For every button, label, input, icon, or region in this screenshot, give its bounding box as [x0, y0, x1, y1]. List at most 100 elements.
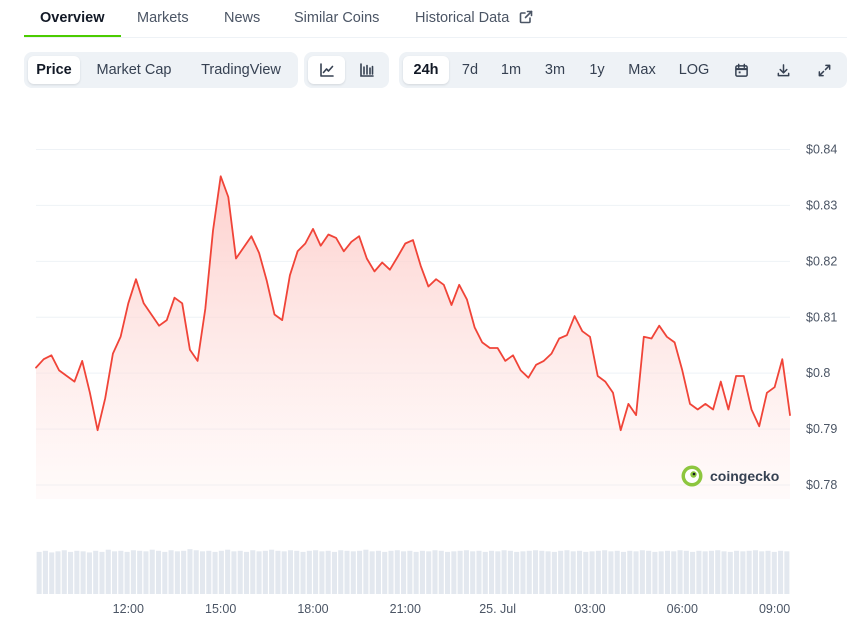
- volume-bar: [457, 550, 463, 594]
- volume-bar: [162, 551, 168, 594]
- volume-bar: [470, 551, 476, 594]
- coingecko-watermark: coingecko: [681, 465, 779, 487]
- price-chart[interactable]: $0.84 $0.83 $0.82 $0.81 $0.8 $0.79 $0.78 12:00…: [0, 96, 847, 627]
- volume-bar: [652, 551, 658, 594]
- calendar-button[interactable]: [725, 56, 757, 84]
- volume-bar: [74, 550, 80, 594]
- volume-bar: [671, 551, 677, 594]
- volume-bar: [702, 551, 708, 594]
- volume-bar: [520, 551, 526, 594]
- volume-bar: [55, 551, 61, 594]
- volume-bar: [350, 551, 356, 594]
- active-tab-underline: [24, 35, 121, 37]
- volume-bar: [231, 551, 237, 594]
- y-tick-label: $0.78: [806, 478, 837, 492]
- range-3m[interactable]: 3m: [537, 56, 573, 84]
- candlestick-chart-icon: [359, 63, 374, 77]
- tab-similar-coins[interactable]: Similar Coins: [294, 10, 379, 26]
- volume-bar: [514, 551, 520, 594]
- range-1y[interactable]: 1y: [581, 56, 613, 84]
- volume-bar: [187, 549, 193, 594]
- tab-news[interactable]: News: [224, 10, 260, 26]
- volume-bar: [130, 550, 136, 594]
- volume-bar: [388, 550, 394, 594]
- y-tick-label: $0.79: [806, 422, 837, 436]
- volume-bar: [243, 551, 250, 594]
- volume-bar: [218, 550, 224, 594]
- volume-bar: [168, 550, 174, 594]
- volume-bar: [306, 550, 312, 594]
- volume-bar: [740, 551, 746, 594]
- y-tick-label: $0.8: [806, 366, 830, 380]
- volume-bar: [118, 550, 124, 594]
- volume-bar: [489, 550, 495, 594]
- volume-bar: [80, 551, 86, 594]
- volume-bar: [595, 550, 601, 594]
- volume-bar: [357, 550, 363, 594]
- volume-bar: [589, 551, 595, 594]
- y-axis-labels: $0.84 $0.83 $0.82 $0.81 $0.8 $0.79 $0.78: [806, 143, 837, 493]
- volume-bar: [250, 550, 256, 594]
- volume-bar: [532, 550, 539, 594]
- x-tick-label: 18:00: [297, 602, 328, 616]
- volume-bar: [287, 550, 294, 594]
- volume-bar: [476, 550, 482, 594]
- volume-bar: [482, 551, 488, 594]
- volume-bar: [407, 550, 413, 594]
- tab-historical-data-label: Historical Data: [415, 10, 510, 26]
- volume-bar: [193, 550, 199, 594]
- volume-bar: [683, 550, 689, 594]
- market-cap-tab[interactable]: Market Cap: [86, 56, 182, 84]
- tab-historical-data[interactable]: Historical Data: [415, 10, 533, 26]
- volume-bar: [294, 550, 300, 594]
- volume-bar: [721, 551, 727, 594]
- tradingview-tab[interactable]: TradingView: [190, 56, 292, 84]
- volume-bar: [363, 549, 369, 594]
- volume-bar: [551, 551, 557, 594]
- volume-bar: [564, 550, 570, 594]
- price-tab[interactable]: Price: [28, 56, 80, 84]
- volume-bar: [93, 550, 99, 594]
- volume-bar: [36, 551, 42, 594]
- volume-bar: [319, 551, 325, 594]
- volume-bar: [646, 550, 652, 594]
- volume-bar: [608, 551, 614, 594]
- y-tick-label: $0.81: [806, 310, 837, 324]
- x-tick-label: 09:00: [759, 602, 790, 616]
- volume-bar: [570, 551, 576, 594]
- volume-bar: [369, 551, 375, 594]
- tab-markets[interactable]: Markets: [137, 10, 189, 26]
- line-chart-button[interactable]: [308, 56, 345, 84]
- volume-bar: [778, 550, 784, 594]
- y-tick-label: $0.82: [806, 254, 837, 268]
- volume-bar: [664, 550, 671, 594]
- fullscreen-button[interactable]: [808, 56, 840, 84]
- calendar-icon: [734, 63, 748, 77]
- volume-bar: [495, 551, 501, 594]
- range-1m[interactable]: 1m: [494, 56, 528, 84]
- price-area: [35, 175, 791, 500]
- download-icon: [777, 63, 789, 77]
- range-24h[interactable]: 24h: [403, 56, 449, 84]
- log-scale-toggle[interactable]: LOG: [673, 56, 715, 84]
- volume-bar: [727, 551, 733, 594]
- volume-bar: [690, 551, 696, 594]
- volume-bar: [143, 551, 149, 594]
- candlestick-chart-button[interactable]: [348, 56, 385, 84]
- volume-bar: [576, 550, 583, 594]
- top-nav: Overview Markets News Similar Coins Hist…: [24, 0, 847, 38]
- range-max[interactable]: Max: [621, 56, 663, 84]
- volume-bar: [696, 550, 702, 594]
- download-button[interactable]: [767, 56, 799, 84]
- volume-bar: [275, 550, 281, 594]
- range-7d[interactable]: 7d: [453, 56, 487, 84]
- volume-bar: [507, 550, 513, 594]
- volume-bar: [639, 550, 645, 594]
- x-tick-label: 03:00: [574, 602, 605, 616]
- x-tick-label: 06:00: [667, 602, 698, 616]
- tab-overview[interactable]: Overview: [40, 10, 105, 26]
- volume-bar: [658, 551, 664, 594]
- volume-bar: [262, 550, 268, 594]
- volume-bar: [558, 550, 564, 594]
- volume-bar: [281, 551, 287, 594]
